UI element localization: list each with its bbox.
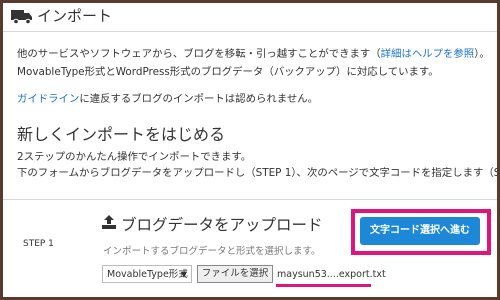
- section-desc-1: 2ステップのかんたん操作でインポートできます。: [17, 151, 252, 163]
- upload-description: インポートするブログデータと形式を選択します。: [103, 246, 321, 257]
- import-page: インポート 他のサービスやソフトウェアから、ブログを移転・引っ越すことができます…: [3, 3, 497, 297]
- truck-icon: [11, 10, 32, 24]
- format-select-value: MovableType形式: [107, 269, 188, 280]
- intro-line-3: ガイドラインに違反するブログのインポートは認められません。: [17, 92, 318, 106]
- page-header: インポート: [3, 3, 497, 32]
- intro-line-2: MovableType形式とWordPress形式のブログデータ（バックアップ）…: [17, 66, 439, 78]
- format-select[interactable]: MovableType形式 ▼: [102, 265, 192, 283]
- step-label: STEP 1: [23, 239, 54, 249]
- guideline-text: に違反するブログのインポートは認められません。: [79, 93, 319, 105]
- next-encoding-button[interactable]: 文字コード選択へ進む: [360, 217, 480, 245]
- divider: [3, 199, 497, 200]
- intro-line-1: 他のサービスやソフトウェアから、ブログを移転・引っ越すことができます（詳細はヘル…: [17, 47, 490, 61]
- file-select-button[interactable]: ファイルを選択: [197, 265, 273, 283]
- intro-text-end: ）。: [474, 48, 490, 60]
- file-name-highlight: [276, 284, 371, 287]
- upload-title-text: ブログデータをアップロード: [121, 216, 323, 234]
- section-desc-2: 下のフォームからブログデータをアップロードし（STEP 1）、次のページで文字コ…: [17, 167, 497, 179]
- page-title: インポート: [37, 7, 113, 25]
- upload-icon: [102, 215, 116, 229]
- guideline-link[interactable]: ガイドライン: [17, 93, 79, 105]
- selected-file-name: maysun53....export.txt: [277, 269, 386, 280]
- intro-text: 他のサービスやソフトウェアから、ブログを移転・引っ越すことができます（: [17, 48, 381, 60]
- chevron-down-icon: ▼: [180, 270, 187, 279]
- section-heading: 新しくインポートをはじめる: [17, 125, 226, 144]
- help-link[interactable]: 詳細はヘルプを参照: [381, 48, 475, 60]
- upload-title: ブログデータをアップロード: [101, 213, 323, 235]
